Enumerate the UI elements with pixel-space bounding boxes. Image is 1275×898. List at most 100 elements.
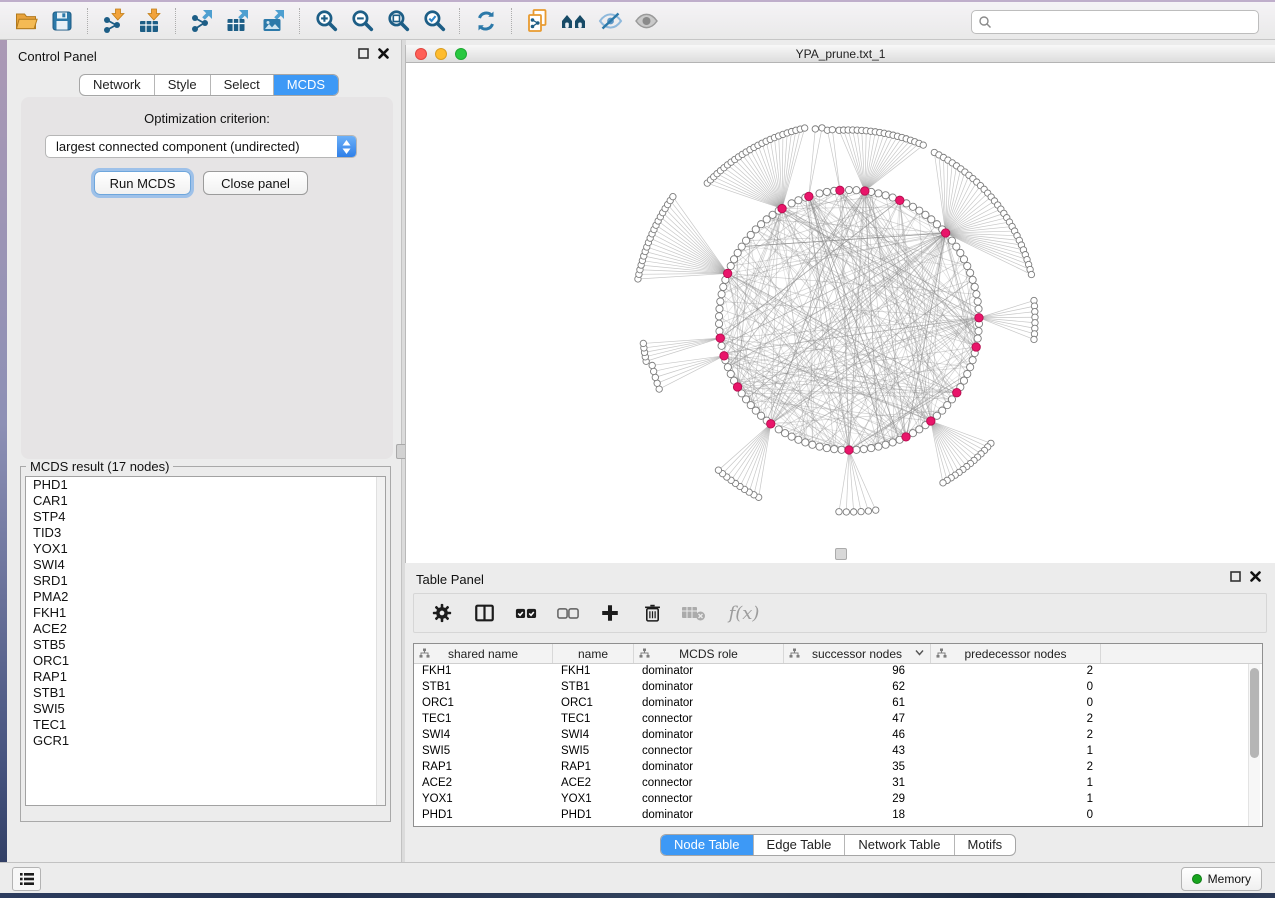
table-row[interactable]: RAP1RAP1dominator352 [414, 760, 1262, 776]
first-neighbors-button[interactable] [556, 6, 592, 36]
search-field[interactable] [971, 10, 1259, 34]
hide-selected-button[interactable] [592, 6, 628, 36]
table-row[interactable]: ACE2ACE2connector311 [414, 776, 1262, 792]
list-item[interactable]: ORC1 [26, 653, 385, 669]
table-cell: connector [634, 792, 784, 808]
optimization-criterion-select[interactable]: largest connected component (undirected) [45, 135, 357, 158]
import-network-button[interactable] [96, 6, 132, 36]
tab-select[interactable]: Select [210, 75, 273, 95]
list-item[interactable]: CAR1 [26, 493, 385, 509]
network-window: YPA_prune.txt_1 [405, 45, 1275, 563]
tab-node-table[interactable]: Node Table [661, 835, 753, 855]
column-header[interactable]: successor nodes [784, 644, 931, 663]
list-item[interactable]: SRD1 [26, 573, 385, 589]
zoom-fit-button[interactable] [380, 6, 416, 36]
table-row[interactable]: SWI4SWI4dominator462 [414, 728, 1262, 744]
show-panel-list-button[interactable] [12, 867, 41, 891]
table-cell: 0 [931, 696, 1101, 712]
network-view-canvas[interactable] [406, 63, 1275, 563]
list-item[interactable]: ACE2 [26, 621, 385, 637]
table-row[interactable]: SWI5SWI5connector431 [414, 744, 1262, 760]
list-item[interactable]: SWI4 [26, 557, 385, 573]
table-row[interactable]: ORC1ORC1dominator610 [414, 696, 1262, 712]
select-all-button[interactable] [512, 598, 540, 628]
memory-status-icon [1192, 874, 1202, 884]
float-panel-icon[interactable] [1230, 571, 1241, 582]
list-item[interactable]: PMA2 [26, 589, 385, 605]
table-cell: 18 [784, 808, 931, 824]
zoom-out-button[interactable] [344, 6, 380, 36]
tab-network-table[interactable]: Network Table [844, 835, 953, 855]
list-item[interactable]: GCR1 [26, 733, 385, 749]
list-item[interactable]: STB1 [26, 685, 385, 701]
close-panel-button[interactable]: Close panel [203, 171, 308, 195]
list-item[interactable]: RAP1 [26, 669, 385, 685]
table-row[interactable]: TEC1TEC1connector472 [414, 712, 1262, 728]
column-view-button[interactable] [470, 598, 498, 628]
list-item[interactable]: TEC1 [26, 717, 385, 733]
tab-edge-table[interactable]: Edge Table [753, 835, 845, 855]
table-cell: 29 [784, 792, 931, 808]
create-column-button[interactable] [596, 598, 624, 628]
network-table-splitter-grip[interactable] [835, 548, 847, 560]
tab-network[interactable]: Network [80, 75, 154, 95]
table-cell: 62 [784, 680, 931, 696]
close-panel-icon[interactable] [1250, 571, 1261, 582]
close-panel-icon[interactable] [378, 48, 389, 59]
table-header-row: shared namenameMCDS rolesuccessor nodesp… [414, 644, 1262, 664]
plus-icon [599, 602, 621, 624]
table-row[interactable]: YOX1YOX1connector291 [414, 792, 1262, 808]
table-settings-button[interactable] [428, 598, 456, 628]
table-row[interactable]: STB1STB1dominator620 [414, 680, 1262, 696]
new-network-from-selection-button[interactable] [520, 6, 556, 36]
zoom-selected-button[interactable] [416, 6, 452, 36]
column-header[interactable]: predecessor nodes [931, 644, 1101, 663]
tab-mcds[interactable]: MCDS [273, 75, 338, 95]
desktop-wallpaper-strip [0, 893, 1275, 898]
table-row[interactable]: PHD1PHD1dominator180 [414, 808, 1262, 824]
mcds-result-list[interactable]: PHD1CAR1STP4TID3YOX1SWI4SRD1PMA2FKH1ACE2… [25, 476, 386, 806]
list-item[interactable]: YOX1 [26, 541, 385, 557]
list-item[interactable]: STB5 [26, 637, 385, 653]
column-header[interactable]: name [553, 644, 634, 663]
table-cell: RAP1 [414, 760, 553, 776]
list-item[interactable]: STP4 [26, 509, 385, 525]
apply-layout-button[interactable] [468, 6, 504, 36]
list-item[interactable]: TID3 [26, 525, 385, 541]
float-panel-icon[interactable] [358, 48, 369, 59]
list-item[interactable]: FKH1 [26, 605, 385, 621]
memory-button[interactable]: Memory [1181, 867, 1262, 891]
delete-table-button[interactable] [680, 598, 708, 628]
table-cell: 46 [784, 728, 931, 744]
show-all-button[interactable] [628, 6, 664, 36]
import-table-button[interactable] [132, 6, 168, 36]
unchecked-boxes-icon [555, 602, 581, 624]
export-table-button[interactable] [220, 6, 256, 36]
toolbar-separator [175, 8, 177, 34]
list-item[interactable]: PHD1 [26, 477, 385, 493]
table-cell: FKH1 [414, 664, 553, 680]
zoom-in-button[interactable] [308, 6, 344, 36]
export-network-button[interactable] [184, 6, 220, 36]
list-item[interactable]: SWI5 [26, 701, 385, 717]
tab-motifs[interactable]: Motifs [954, 835, 1016, 855]
run-mcds-button[interactable]: Run MCDS [94, 171, 191, 195]
export-image-button[interactable] [256, 6, 292, 36]
result-scrollbar[interactable] [376, 477, 385, 805]
column-header[interactable]: shared name [414, 644, 553, 663]
table-row[interactable]: FKH1FKH1dominator962 [414, 664, 1262, 680]
tab-style[interactable]: Style [154, 75, 210, 95]
column-header[interactable]: MCDS role [634, 644, 784, 663]
table-scrollbar[interactable] [1248, 664, 1260, 826]
table-cell: PHD1 [553, 808, 634, 824]
function-builder-button[interactable]: f(x) [722, 598, 766, 628]
select-stepper-icon [337, 136, 356, 157]
deselect-all-button[interactable] [554, 598, 582, 628]
delete-column-button[interactable] [638, 598, 666, 628]
search-input[interactable] [992, 14, 1258, 30]
table-scrollbar-thumb[interactable] [1250, 668, 1259, 758]
open-session-button[interactable] [8, 6, 44, 36]
table-cell: SWI4 [553, 728, 634, 744]
network-window-titlebar[interactable]: YPA_prune.txt_1 [406, 45, 1275, 63]
save-session-button[interactable] [44, 6, 80, 36]
